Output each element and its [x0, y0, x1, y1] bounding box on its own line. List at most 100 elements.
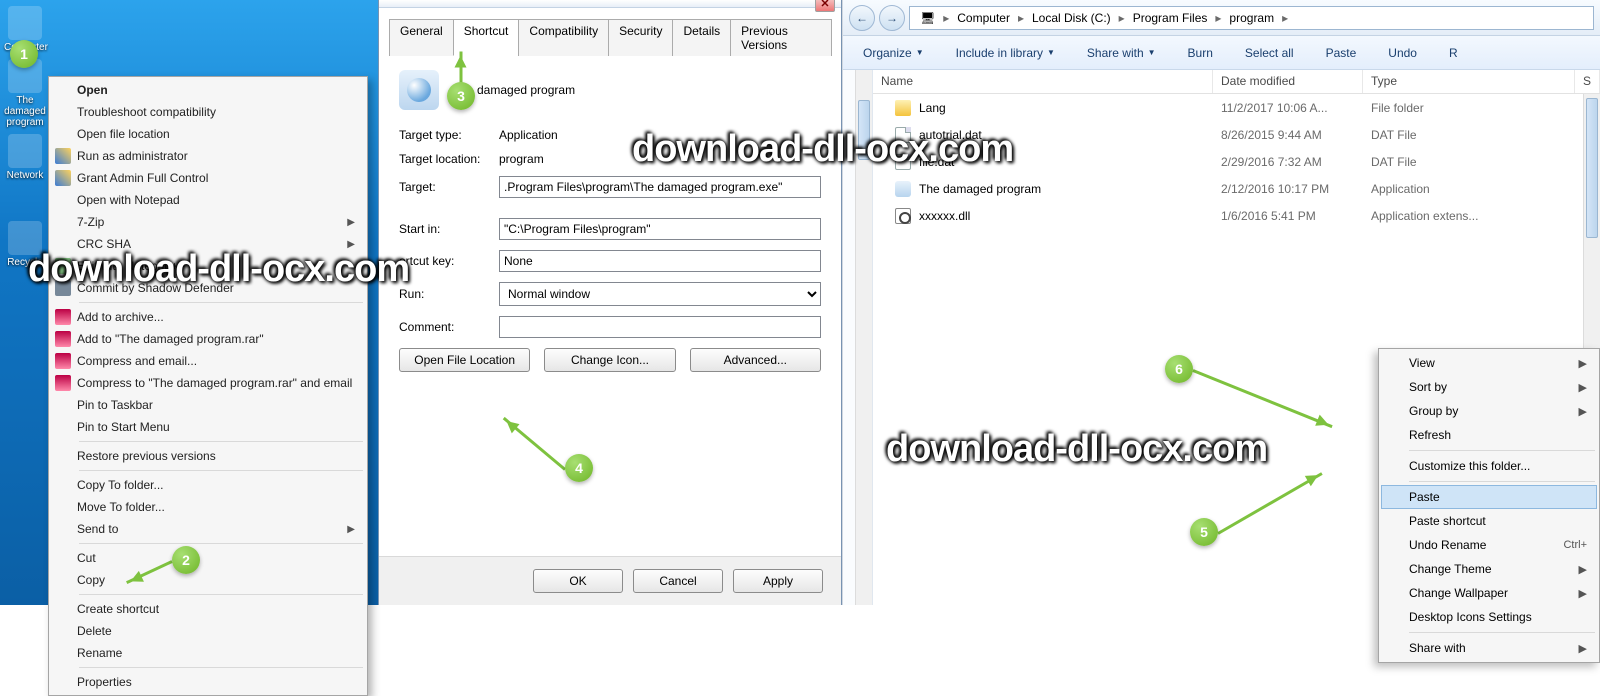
desktop-icon-network[interactable]: Network — [4, 134, 46, 181]
share-with-menu[interactable]: Share with▼ — [1087, 46, 1156, 60]
ectx-item[interactable]: Share with▶ — [1381, 636, 1597, 660]
ctx-item[interactable]: Move To folder... — [51, 496, 365, 518]
ctx-item[interactable]: Send to▶ — [51, 518, 365, 540]
tab-security[interactable]: Security — [608, 19, 673, 56]
breadcrumb-item[interactable]: program — [1223, 7, 1280, 29]
file-row[interactable]: autotrial.dat8/26/2015 9:44 AMDAT File — [873, 121, 1600, 148]
ctx-item[interactable]: Open with Notepad — [51, 189, 365, 211]
ctx-item[interactable]: CRC SHA▶ — [51, 233, 365, 255]
ctx-item[interactable]: Delete — [51, 620, 365, 642]
select-all-button[interactable]: Select all — [1245, 46, 1294, 60]
close-icon[interactable]: ✕ — [815, 0, 835, 12]
ctx-item[interactable]: Grant Admin Full Control — [51, 167, 365, 189]
organize-menu[interactable]: Organize▼ — [863, 46, 924, 60]
ctx-item[interactable]: Pin to Start Menu — [51, 416, 365, 438]
tab-previous-versions[interactable]: Previous Versions — [730, 19, 832, 56]
ectx-item[interactable]: Change Theme▶ — [1381, 557, 1597, 581]
ectx-item[interactable]: Group by▶ — [1381, 399, 1597, 423]
ctx-item[interactable]: Open — [51, 79, 365, 101]
ctx-item[interactable]: Cut — [51, 547, 365, 569]
ctx-item[interactable]: Edit with Notepad++ — [51, 255, 365, 277]
ctx-item[interactable]: Add to archive... — [51, 306, 365, 328]
run-select[interactable]: Normal window — [499, 282, 821, 306]
ctx-item[interactable]: Troubleshoot compatibility — [51, 101, 365, 123]
ectx-item[interactable]: Change Wallpaper▶ — [1381, 581, 1597, 605]
step-badge-5: 5 — [1190, 518, 1218, 546]
breadcrumb-item[interactable]: Computer — [951, 7, 1016, 29]
forward-button[interactable]: → — [879, 5, 905, 31]
breadcrumb[interactable]: 🖥▸Computer▸Local Disk (C:)▸Program Files… — [909, 6, 1594, 30]
toolbar-r[interactable]: R — [1449, 46, 1458, 60]
desktop-icon-damaged-program[interactable]: The damaged program — [4, 59, 46, 128]
ctx-item[interactable]: Copy — [51, 569, 365, 591]
file-row[interactable]: Lang11/2/2017 10:06 A...File folder — [873, 94, 1600, 121]
target-input[interactable] — [499, 176, 821, 198]
ectx-item[interactable]: Paste shortcut — [1381, 509, 1597, 533]
file-row[interactable]: file.dat2/29/2016 7:32 AMDAT File — [873, 148, 1600, 175]
col-size[interactable]: S — [1575, 70, 1600, 93]
scrollbar-thumb[interactable] — [858, 100, 870, 160]
file-row[interactable]: The damaged program2/12/2016 10:17 PMApp… — [873, 175, 1600, 202]
ectx-item[interactable]: View▶ — [1381, 351, 1597, 375]
ctx-item[interactable]: Rename — [51, 642, 365, 664]
start-in-input[interactable] — [499, 218, 821, 240]
col-type[interactable]: Type — [1363, 70, 1575, 93]
ctx-item[interactable]: Pin to Taskbar — [51, 394, 365, 416]
scrollbar-thumb[interactable] — [1586, 98, 1598, 238]
column-headers[interactable]: Name Date modified Type S — [873, 70, 1600, 94]
ctx-item[interactable]: Commit by Shadow Defender — [51, 277, 365, 299]
chevron-right-icon: ▸ — [1016, 7, 1026, 29]
tab-general[interactable]: General — [389, 19, 454, 56]
change-icon-button[interactable]: Change Icon... — [544, 348, 675, 372]
tab-compatibility[interactable]: Compatibility — [518, 19, 609, 56]
ctx-item[interactable]: Copy To folder... — [51, 474, 365, 496]
ectx-item[interactable]: Customize this folder... — [1381, 454, 1597, 478]
ctx-item[interactable]: Create shortcut — [51, 598, 365, 620]
comment-input[interactable] — [499, 316, 821, 338]
apply-button[interactable]: Apply — [733, 569, 823, 593]
sd-icon — [55, 280, 71, 296]
computer-icon: 🖥 — [914, 7, 941, 29]
ectx-item[interactable]: Refresh — [1381, 423, 1597, 447]
ctx-item[interactable]: Restore previous versions — [51, 445, 365, 467]
undo-button[interactable]: Undo — [1388, 46, 1417, 60]
back-button[interactable]: ← — [849, 5, 875, 31]
rar-icon — [55, 375, 71, 391]
ok-button[interactable]: OK — [533, 569, 623, 593]
ectx-item[interactable]: Undo RenameCtrl+ — [1381, 533, 1597, 557]
desktop-icon-recycle[interactable]: Recycle — [4, 221, 46, 268]
rar-icon — [55, 353, 71, 369]
advanced-button[interactable]: Advanced... — [690, 348, 821, 372]
breadcrumb-item[interactable]: Program Files — [1127, 7, 1214, 29]
shortcut-key-input[interactable] — [499, 250, 821, 272]
include-in-library-menu[interactable]: Include in library▼ — [956, 46, 1055, 60]
cancel-button[interactable]: Cancel — [633, 569, 723, 593]
ctx-item[interactable]: Add to "The damaged program.rar" — [51, 328, 365, 350]
step-badge-2: 2 — [172, 546, 200, 574]
ctx-item[interactable]: 7-Zip▶ — [51, 211, 365, 233]
tree-pane[interactable] — [843, 70, 873, 605]
ctx-item[interactable]: Run as administrator — [51, 145, 365, 167]
file-row[interactable]: xxxxxx.dll1/6/2016 5:41 PMApplication ex… — [873, 202, 1600, 229]
tab-details[interactable]: Details — [672, 19, 731, 56]
file-list-pane[interactable]: Name Date modified Type S Lang11/2/2017 … — [873, 70, 1600, 605]
properties-titlebar[interactable]: The damaged program Properties ✕ — [379, 0, 841, 8]
tree-scrollbar[interactable] — [855, 70, 872, 605]
rar-icon — [55, 309, 71, 325]
ectx-item[interactable]: Sort by▶ — [1381, 375, 1597, 399]
ctx-item[interactable]: Compress and email... — [51, 350, 365, 372]
burn-button[interactable]: Burn — [1188, 46, 1213, 60]
ectx-item[interactable]: Paste — [1381, 485, 1597, 509]
ctx-item[interactable]: Compress to "The damaged program.rar" an… — [51, 372, 365, 394]
ctx-item[interactable]: Properties — [51, 671, 365, 693]
col-name[interactable]: Name — [873, 70, 1213, 93]
col-date[interactable]: Date modified — [1213, 70, 1363, 93]
open-file-location-button[interactable]: Open File Location — [399, 348, 530, 372]
ctx-item[interactable]: Open file location — [51, 123, 365, 145]
breadcrumb-item[interactable]: Local Disk (C:) — [1026, 7, 1117, 29]
ectx-item[interactable]: Desktop Icons Settings — [1381, 605, 1597, 629]
folder-icon — [895, 100, 911, 116]
chevron-down-icon: ▼ — [916, 48, 924, 57]
explorer-toolbar: Organize▼ Include in library▼ Share with… — [843, 36, 1600, 70]
paste-button[interactable]: Paste — [1326, 46, 1357, 60]
